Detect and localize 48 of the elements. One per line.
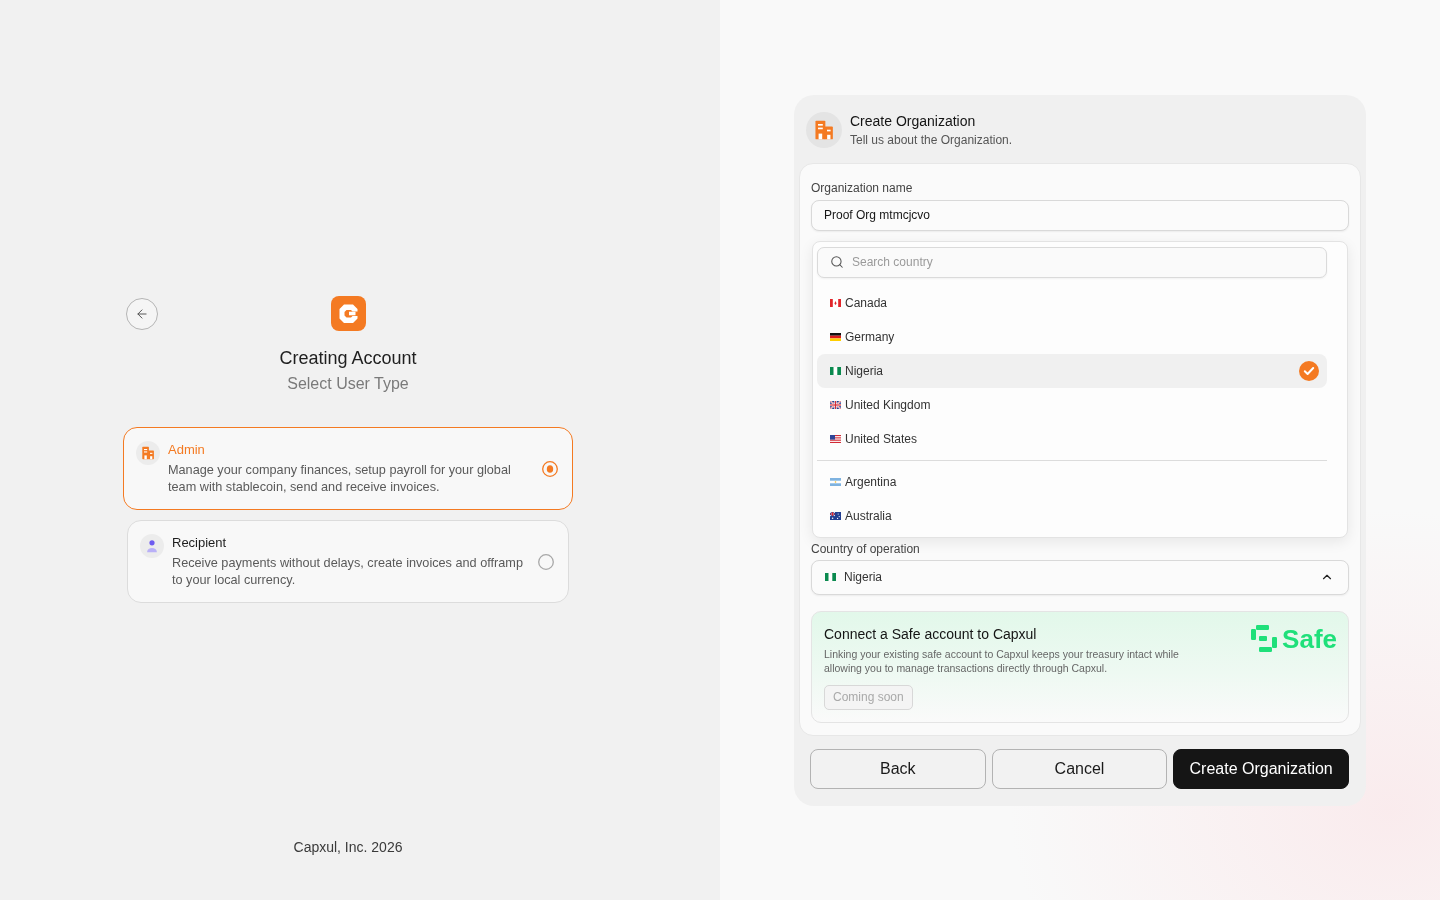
dialog-title: Create Organization bbox=[850, 111, 977, 130]
building-icon bbox=[806, 111, 842, 148]
submit-button[interactable]: Create Organization bbox=[1173, 748, 1349, 789]
country-option[interactable]: Australia bbox=[817, 498, 1327, 533]
field-label: Organization name bbox=[811, 180, 914, 196]
logo-icon bbox=[330, 296, 366, 331]
country-option[interactable]: Germany bbox=[817, 319, 1327, 354]
flag-icon bbox=[830, 434, 841, 443]
flag-icon bbox=[830, 332, 841, 341]
card-description: Linking your existing safe account to Capxul keeps your treasury intact while allowing you to manage transactions directly through Capxul. bbox=[824, 646, 1180, 675]
radio-button[interactable] bbox=[542, 460, 558, 477]
search-field[interactable]: Search country bbox=[817, 246, 1327, 278]
country-option[interactable]: Argentina bbox=[817, 464, 1327, 499]
option-description: Manage your company finances, setup payroll for your global team with stablecoin, send and receive invoices. bbox=[168, 462, 512, 496]
flag-icon bbox=[825, 573, 836, 581]
user-type-card[interactable]: Admin Manage your company finances, setup payroll for your global team with stablecoin, send and receive invoices. bbox=[123, 427, 573, 510]
footer-text: Capxul, Inc. 2026 bbox=[293, 839, 403, 856]
option-title: Recipient bbox=[172, 534, 228, 552]
building-icon bbox=[136, 441, 160, 465]
search-icon bbox=[830, 255, 844, 269]
cancel-button[interactable]: Cancel bbox=[991, 748, 1168, 789]
field-label: Country of operation bbox=[811, 541, 921, 557]
flag-icon bbox=[830, 366, 841, 375]
dialog-subtitle: Tell us about the Organization. bbox=[850, 131, 1013, 148]
arrow-left-icon bbox=[135, 306, 149, 321]
logo-icon bbox=[1251, 625, 1278, 652]
radio-button[interactable] bbox=[538, 553, 554, 570]
country-option[interactable]: Nigeria bbox=[817, 353, 1327, 388]
country-select[interactable]: Nigeria bbox=[811, 559, 1349, 595]
option-title: Admin bbox=[168, 441, 206, 459]
back-button[interactable]: Back bbox=[810, 748, 986, 789]
person-icon bbox=[140, 534, 164, 558]
back-button[interactable] bbox=[126, 297, 158, 330]
flag-icon bbox=[830, 511, 841, 520]
logo-text: Safe bbox=[1282, 624, 1337, 653]
flag-icon bbox=[830, 298, 841, 307]
country-option[interactable]: Canada bbox=[817, 285, 1327, 320]
flag-icon bbox=[830, 400, 841, 409]
country-option[interactable]: United States bbox=[817, 421, 1327, 456]
page-subtitle: Select User Type bbox=[287, 374, 409, 394]
card-title: Connect a Safe account to Capxul bbox=[824, 624, 1037, 643]
option-description: Receive payments without delays, create invoices and offramp to your local currency. bbox=[172, 555, 524, 589]
user-type-card[interactable]: Recipient Receive payments without delays, create invoices and offramp to your local currency. bbox=[127, 520, 569, 603]
text-input[interactable]: Proof Org mtmcjcvo bbox=[811, 199, 1349, 231]
flag-icon bbox=[830, 477, 841, 486]
country-option[interactable]: United Kingdom bbox=[817, 387, 1327, 422]
page-title: Creating Account bbox=[279, 347, 417, 369]
check-icon bbox=[1299, 360, 1319, 381]
